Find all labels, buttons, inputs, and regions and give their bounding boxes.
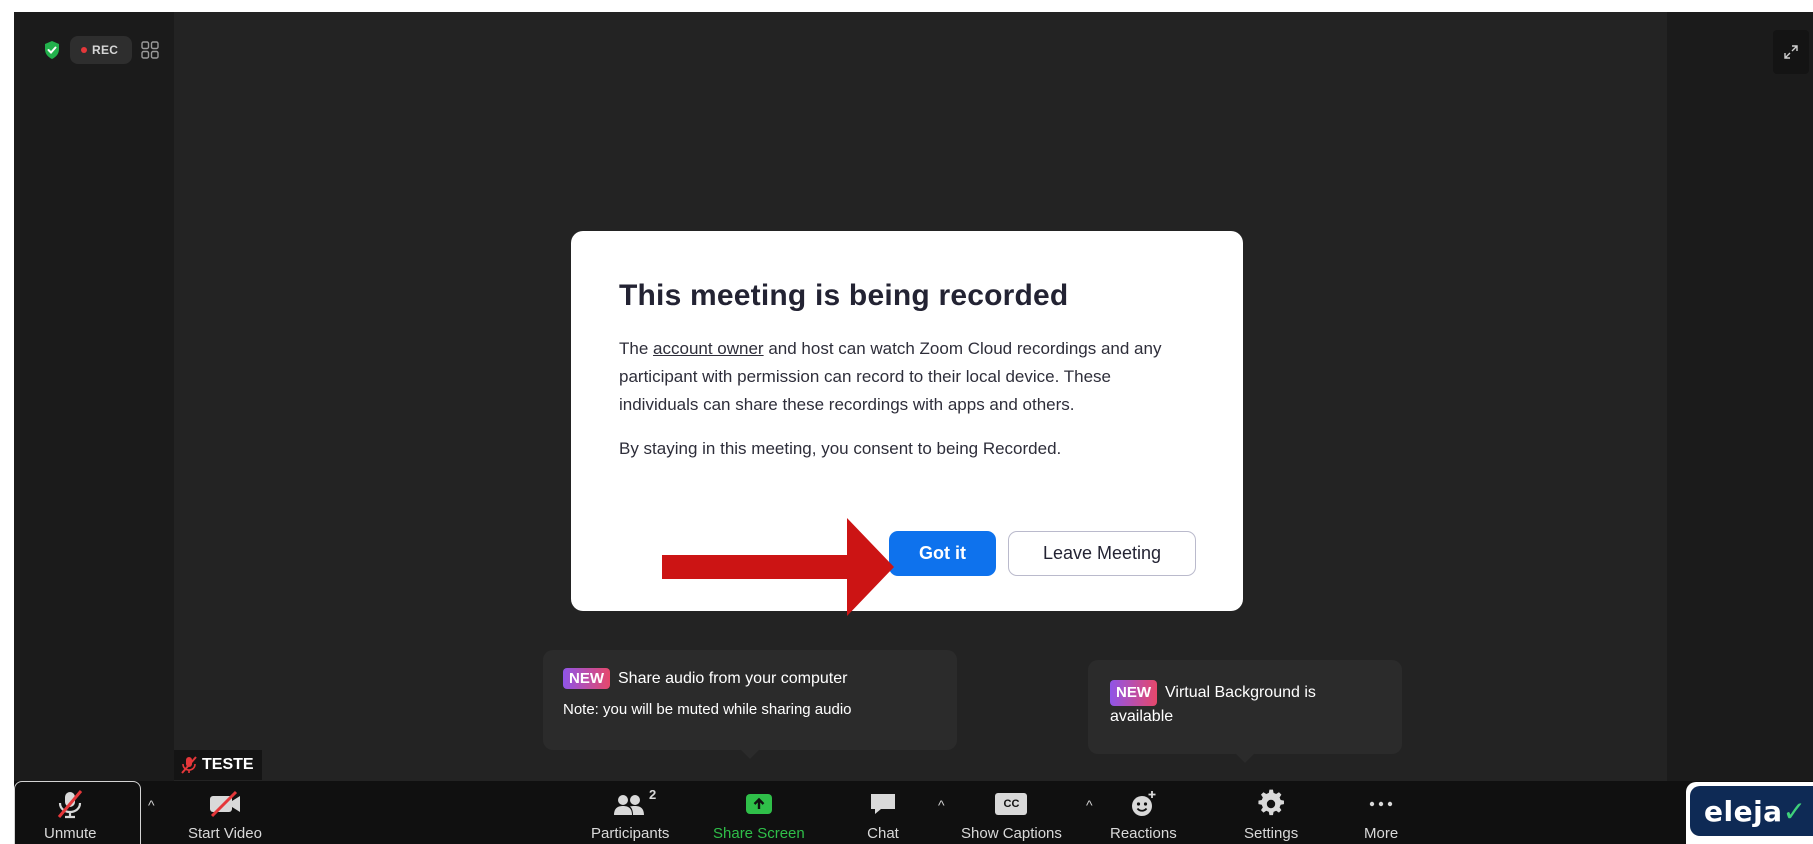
encryption-shield-icon[interactable] [42,40,62,60]
captions-icon: CC [995,793,1028,815]
start-video-label: Start Video [188,825,262,842]
fullscreen-button[interactable] [1773,30,1809,74]
reactions-button[interactable]: Reactions [1110,781,1177,844]
chat-label: Chat [867,825,899,842]
captions-options-chevron-icon[interactable]: ^ [1086,797,1093,813]
audio-options-chevron-icon[interactable]: ^ [148,797,155,813]
participants-count: 2 [648,787,657,802]
more-label: More [1364,825,1399,842]
dialog-body: The account owner and host can watch Zoo… [619,335,1195,419]
settings-label: Settings [1244,825,1299,842]
share-audio-tooltip-title: Share audio from your computer [618,669,848,687]
new-badge: NEW [563,668,610,689]
share-audio-tooltip-note: Note: you will be muted while sharing au… [563,701,852,718]
annotation-arrow-icon [662,518,894,616]
meeting-toolbar: Unmute ^ Start Video 2 Participants Shar… [14,781,1813,844]
chat-icon [871,794,895,814]
expand-icon [1784,45,1798,59]
reactions-label: Reactions [1110,825,1177,842]
dialog-consent-text: By staying in this meeting, you consent … [619,439,1062,458]
participant-name-tag: TESTE [174,750,262,780]
account-owner-link[interactable]: account owner [653,339,764,358]
cc-icon-text: CC [1003,798,1020,810]
dialog-body-text: The [619,339,654,358]
participants-button[interactable]: 2 Participants [591,781,669,844]
share-audio-tooltip: NEW Share audio from your computer Note:… [543,650,957,759]
reactions-smiley-icon [1132,791,1156,816]
share-screen-label: Share Screen [713,825,805,842]
show-captions-button[interactable]: CC Show Captions [961,781,1062,844]
participant-name: TESTE [202,756,254,773]
chat-options-chevron-icon[interactable]: ^ [938,797,945,813]
brand-logo: eleja ✓ [1686,782,1813,844]
dialog-actions: Got it Leave Meeting [889,531,1196,576]
tooltip-pointer [1235,753,1255,763]
dialog-title: This meeting is being recorded [619,279,1069,312]
gallery-view-icon[interactable] [140,40,160,60]
brand-logo-text: eleja [1704,794,1783,828]
tooltip-pointer [740,749,760,759]
gear-icon [1258,789,1285,816]
recording-dot-icon [81,47,87,53]
more-dots-icon [1369,801,1393,807]
microphone-muted-icon [58,790,83,819]
chat-button[interactable]: Chat [867,781,899,844]
settings-button[interactable]: Settings [1244,781,1298,844]
got-it-button[interactable]: Got it [889,531,996,576]
unmute-button[interactable]: Unmute [44,781,97,844]
brand-check-icon: ✓ [1782,794,1807,828]
muted-mic-icon [181,756,197,774]
more-button[interactable]: More [1364,781,1398,844]
show-captions-label: Show Captions [961,825,1062,842]
recording-label: REC [92,43,119,57]
video-off-icon [209,790,240,818]
participants-icon [614,795,645,815]
meeting-info-bar: REC [42,36,160,64]
leave-meeting-button[interactable]: Leave Meeting [1008,531,1196,576]
share-screen-button[interactable]: Share Screen [713,781,805,844]
participants-label: Participants [591,825,670,842]
recording-indicator[interactable]: REC [70,36,133,64]
start-video-button[interactable]: Start Video [188,781,262,844]
share-screen-icon [745,794,772,814]
virtual-background-tooltip: NEW Virtual Background is available [1088,660,1402,763]
new-badge: NEW [1110,680,1157,706]
unmute-label: Unmute [44,825,97,842]
